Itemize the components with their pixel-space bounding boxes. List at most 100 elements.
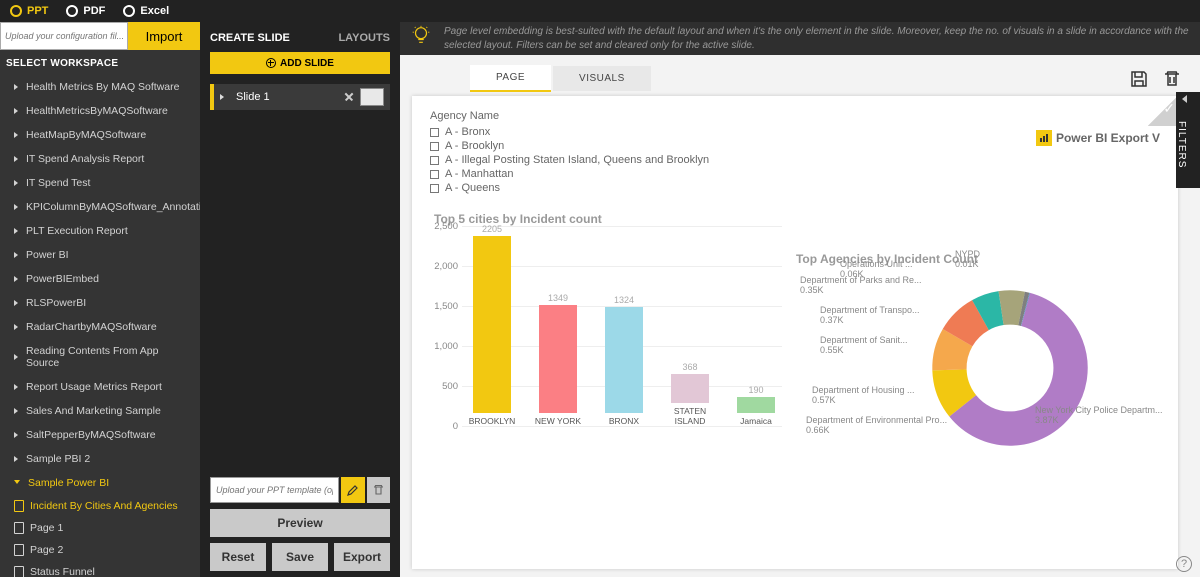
select-workspace-header: SELECT WORKSPACE [0,50,200,75]
tab-layouts[interactable]: LAYOUTS [338,32,390,44]
workspace-label: IT Spend Analysis Report [26,153,144,165]
page-item[interactable]: Page 1 [0,517,200,539]
chevron-icon [14,276,18,282]
close-icon[interactable] [344,92,354,102]
slide-label: Slide 1 [236,91,270,103]
save-icon[interactable] [1130,70,1148,88]
workspace-item[interactable]: Sales And Marketing Sample [0,399,200,423]
workspace-label: PowerBIEmbed [26,273,99,285]
workspace-item[interactable]: PowerBIEmbed [0,267,200,291]
workspace-label: HeatMapByMAQSoftware [26,129,146,141]
page-icon [14,544,24,556]
trash-icon[interactable] [1164,70,1180,88]
donut-label: Department of Sanit...0.55K [820,336,908,356]
edit-template-button[interactable] [341,477,365,503]
donut-label: Department of Housing ...0.57K [812,386,915,406]
filter-option-label: A - Manhattan [445,168,514,180]
filter-option[interactable]: A - Manhattan [430,168,1178,180]
radio-ppt[interactable]: PPT [10,5,48,17]
help-icon[interactable]: ? [1176,556,1192,572]
plus-icon [266,58,276,68]
powerbi-brand: Power BI Export V [1036,130,1160,146]
radio-icon [66,5,78,17]
page-label: Page 2 [30,544,63,556]
page-label: Page 1 [30,522,63,534]
checkbox-icon [430,128,439,137]
workspace-item[interactable]: RadarChartbyMAQSoftware [0,315,200,339]
workspace-label: Sales And Marketing Sample [26,405,161,417]
chevron-icon [14,156,18,162]
format-radio-bar: PPT PDF Excel [0,0,1200,22]
filter-option[interactable]: A - Illegal Posting Staten Island, Queen… [430,154,1178,166]
workspace-label: Sample PBI 2 [26,453,90,465]
page-item[interactable]: Status Funnel [0,561,200,577]
workspace-label: SaltPepperByMAQSoftware [26,429,156,441]
chevron-icon [14,180,18,186]
save-button[interactable]: Save [272,543,328,571]
workspace-label: HealthMetricsByMAQSoftware [26,105,168,117]
workspace-label: RLSPowerBI [26,297,86,309]
workspace-label: Health Metrics By MAQ Software [26,81,179,93]
page-item[interactable]: Page 2 [0,539,200,561]
workspace-item[interactable]: IT Spend Analysis Report [0,147,200,171]
workspace-item[interactable]: Reading Contents From App Source [0,339,200,375]
workspace-label: IT Spend Test [26,177,90,189]
filters-expand-tab[interactable]: FILTERS [1176,92,1200,188]
tab-page[interactable]: PAGE [470,65,551,92]
workspace-item[interactable]: Health Metrics By MAQ Software [0,75,200,99]
chevron-icon [14,456,18,462]
slide-item-1[interactable]: Slide 1 [210,84,390,110]
workspace-item[interactable]: SaltPepperByMAQSoftware [0,423,200,447]
workspace-item[interactable]: RLSPowerBI [0,291,200,315]
workspace-item[interactable]: Report Usage Metrics Report [0,375,200,399]
import-button[interactable]: Import [128,22,200,50]
add-slide-button[interactable]: ADD SLIDE [210,52,390,74]
ppt-template-input[interactable] [210,477,339,503]
donut-label: Department of Parks and Re...0.35K [800,276,922,296]
workspace-list[interactable]: Health Metrics By MAQ Software HealthMetr… [0,75,200,577]
slide-thumbnail [360,88,384,106]
bar-chart: 2,5002,0001,5001,0005000 2205BROOKLYN134… [432,226,782,486]
workspace-label: RadarChartbyMAQSoftware [26,321,157,333]
delete-template-button[interactable] [367,477,391,503]
workspace-item[interactable]: HealthMetricsByMAQSoftware [0,99,200,123]
chevron-icon [14,354,18,360]
tab-visuals[interactable]: VISUALS [553,66,651,91]
config-upload-input[interactable] [0,22,128,50]
tab-create-slide[interactable]: CREATE SLIDE [210,32,290,44]
workspace-label: PLT Execution Report [26,225,128,237]
workspace-item[interactable]: Sample PBI 2 [0,447,200,471]
trash-icon [373,484,384,496]
workspace-item[interactable]: IT Spend Test [0,171,200,195]
workspace-item[interactable]: KPIColumnByMAQSoftware_Annotation [0,195,200,219]
donut-label: NYPD0.01K [955,250,980,270]
chevron-icon [14,384,18,390]
radio-excel[interactable]: Excel [123,5,169,17]
filter-option-label: A - Illegal Posting Staten Island, Queen… [445,154,709,166]
workspace-item[interactable]: Power BI [0,243,200,267]
radio-icon [123,5,135,17]
filter-option[interactable]: A - Queens [430,182,1178,194]
reset-button[interactable]: Reset [210,543,266,571]
donut-label: Department of Environmental Pro...0.66K [806,416,947,436]
workspace-item[interactable]: HeatMapByMAQSoftware [0,123,200,147]
powerbi-icon [1036,130,1052,146]
filter-option-label: A - Bronx [445,126,490,138]
bar: 1349NEW YORK [530,293,586,426]
radio-icon [10,5,22,17]
workspace-item[interactable]: PLT Execution Report [0,219,200,243]
workspace-label: Reading Contents From App Source [26,345,192,369]
chevron-icon [14,324,18,330]
page-item[interactable]: Incident By Cities And Agencies [0,495,200,517]
workspace-item[interactable]: Sample Power BI [0,471,200,495]
donut-label: New York City Police Departm...3.87K [1035,406,1163,426]
bar: 2205BROOKLYN [464,224,520,426]
radio-pdf[interactable]: PDF [66,5,105,17]
preview-button[interactable]: Preview [210,509,390,537]
bar: 190Jamaica [728,385,784,426]
export-button[interactable]: Export [334,543,390,571]
slide-canvas: ✓ Power BI Export V Agency Name A - Bron… [412,96,1178,569]
page-icon [14,522,24,534]
donut-label: Department of Transpo...0.37K [820,306,920,326]
filter-option-label: A - Queens [445,182,500,194]
